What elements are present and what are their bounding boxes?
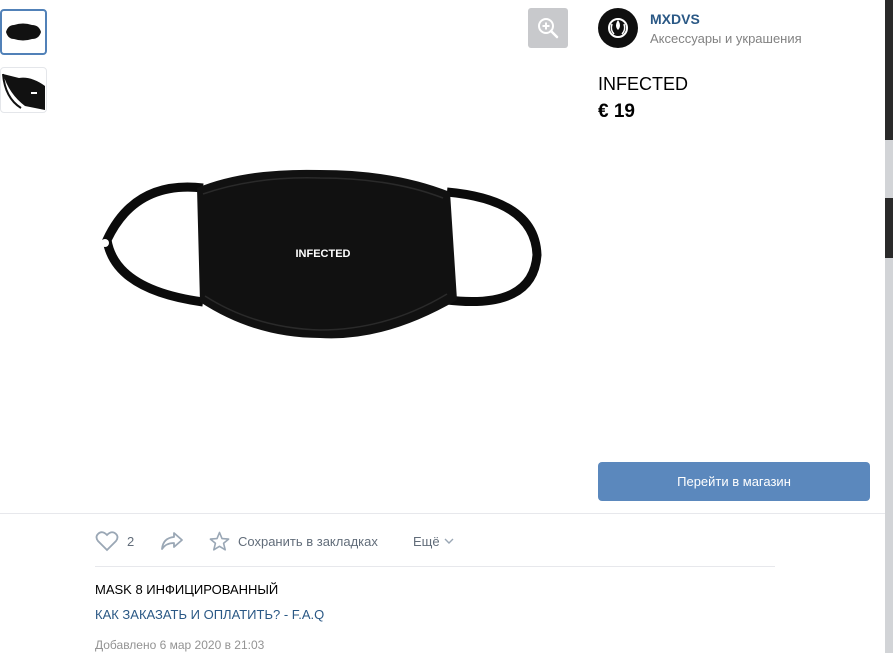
go-to-shop-button[interactable]: Перейти в магазин [598,462,870,501]
save-bookmark-button[interactable]: Сохранить в закладках [209,529,378,553]
faq-link[interactable]: КАК ЗАКАЗАТЬ И ОПЛАТИТЬ? - F.A.Q [95,607,324,622]
thumbnail-mask-side[interactable] [0,67,47,113]
product-title: INFECTED [598,74,688,94]
more-label: Ещё [413,533,440,549]
mask-front-thumbnail [6,23,41,41]
scrollbar-segment [885,198,893,258]
shop-name[interactable]: MXDVS [650,11,700,27]
shop-avatar[interactable] [598,8,638,48]
zoom-in-icon [538,18,559,39]
divider [0,513,885,514]
product-image: INFECTED [95,160,545,345]
mask-side-thumbnail [2,73,45,110]
shop-category: Аксессуары и украшения [650,31,802,46]
heart-icon [95,531,119,552]
likes-count: 2 [127,533,135,549]
mask-print-text: INFECTED [296,248,351,260]
added-date: Добавлено 6 мар 2020 в 21:03 [95,638,265,652]
share-button[interactable] [160,529,184,553]
shop-logo-icon [608,18,628,38]
product-description: MASK 8 ИНФИЦИРОВАННЫЙ [95,582,279,597]
like-button[interactable]: 2 [95,529,134,553]
star-icon [209,531,230,551]
chevron-down-icon [444,538,454,544]
thumbnail-mask-front[interactable] [0,9,47,55]
divider [95,566,775,567]
product-price: € 19 [598,101,635,122]
save-bookmark-label: Сохранить в закладках [238,533,378,549]
scrollbar-thumb[interactable] [885,0,893,140]
more-button[interactable]: Ещё [413,529,454,553]
share-icon [161,532,183,550]
zoom-button[interactable] [528,8,568,48]
